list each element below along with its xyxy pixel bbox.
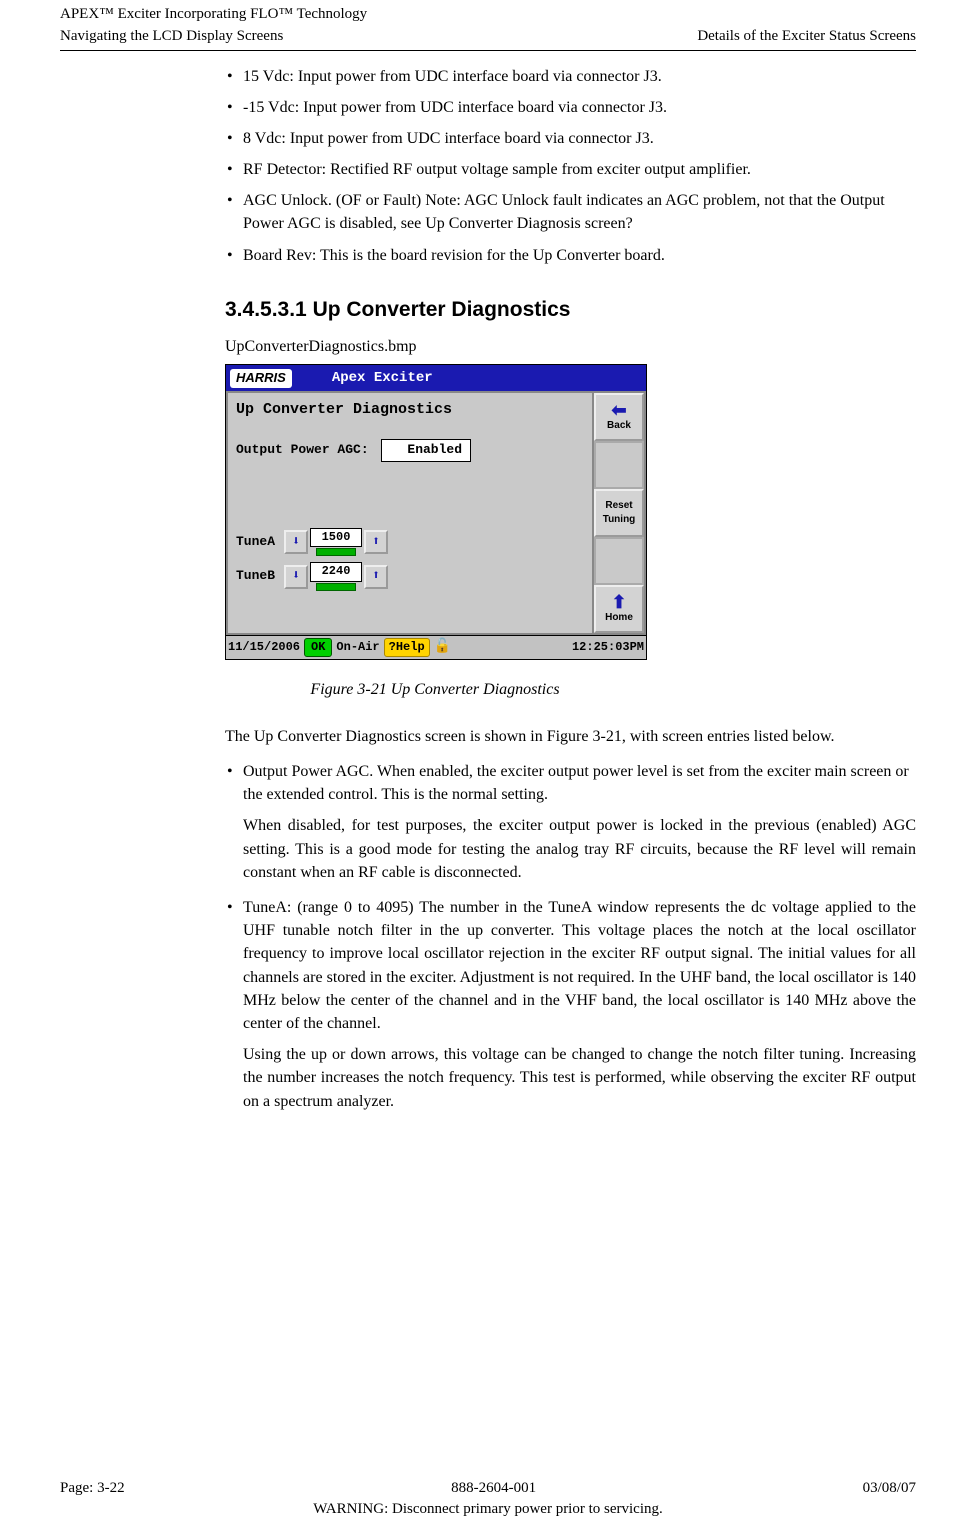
list-item: RF Detector: Rectified RF output voltage…: [225, 158, 916, 181]
home-button[interactable]: ⬆ Home: [594, 585, 644, 633]
status-onair: On-Air: [336, 639, 379, 656]
description-list-2: TuneA: (range 0 to 4095) The number in t…: [225, 896, 916, 1035]
reset-label-2: Tuning: [603, 513, 636, 528]
tunea-down-button[interactable]: ⬇: [284, 530, 308, 554]
help-button[interactable]: ?Help: [384, 638, 430, 657]
tunea-status-bar: [316, 548, 356, 556]
tuneb-label: TuneB: [236, 567, 284, 586]
lcd-title-text: Apex Exciter: [332, 368, 433, 388]
header-product-line1: APEX™ Exciter Incorporating FLO™ Technol…: [60, 4, 367, 26]
figure-caption: Figure 3-21 Up Converter Diagnostics: [225, 678, 645, 701]
back-label: Back: [607, 419, 631, 434]
back-button[interactable]: ⬅ Back: [594, 393, 644, 441]
header-right: Details of the Exciter Status Screens: [697, 26, 916, 48]
description-list: Output Power AGC. When enabled, the exci…: [225, 760, 916, 806]
section-heading: 3.4.5.3.1 Up Converter Diagnostics: [225, 295, 916, 325]
top-bullet-list: 15 Vdc: Input power from UDC interface b…: [225, 65, 916, 267]
footer-warning: WARNING: Disconnect primary power prior …: [60, 1499, 916, 1521]
arrow-left-icon: ⬅: [611, 401, 626, 419]
list-item: -15 Vdc: Input power from UDC interface …: [225, 96, 916, 119]
sidebar-empty-1: [594, 441, 644, 489]
reset-label-1: Reset: [605, 499, 632, 514]
tuneb-value-field[interactable]: 2240: [310, 562, 362, 581]
list-item: Output Power AGC. When enabled, the exci…: [225, 760, 916, 806]
header-rule: [60, 50, 916, 51]
footer-page: Page: 3-22: [60, 1478, 125, 1500]
lock-icon: 🔓: [434, 637, 451, 657]
page-header: APEX™ Exciter Incorporating FLO™ Technol…: [60, 0, 916, 48]
tunea-up-button[interactable]: ⬆: [364, 530, 388, 554]
header-product-line2: Navigating the LCD Display Screens: [60, 26, 367, 48]
agc-label: Output Power AGC:: [236, 441, 381, 460]
brand-logo: HARRIS: [230, 369, 292, 388]
page-footer: Page: 3-22 888-2604-001 03/08/07 WARNING…: [60, 1478, 916, 1522]
intro-paragraph: The Up Converter Diagnostics screen is s…: [225, 725, 916, 748]
list-item: AGC Unlock. (OF or Fault) Note: AGC Unlo…: [225, 189, 916, 235]
list-item: Board Rev: This is the board revision fo…: [225, 244, 916, 267]
figure-filename: UpConverterDiagnostics.bmp: [225, 335, 916, 358]
list-item: 8 Vdc: Input power from UDC interface bo…: [225, 127, 916, 150]
lcd-statusbar: 11/15/2006 OK On-Air ?Help 🔓 12:25:03PM: [226, 635, 646, 658]
reset-tuning-button[interactable]: Reset Tuning: [594, 489, 644, 537]
lcd-screenshot: HARRIS Apex Exciter Up Converter Diagnos…: [225, 364, 647, 659]
arrow-up-icon: ⬆: [372, 533, 380, 552]
arrow-up-icon: ⬆: [372, 567, 380, 586]
lcd-titlebar: HARRIS Apex Exciter: [226, 365, 646, 391]
tunea-label: TuneA: [236, 533, 284, 552]
agc-value-field[interactable]: Enabled: [381, 439, 471, 462]
list-item: TuneA: (range 0 to 4095) The number in t…: [225, 896, 916, 1035]
tuneb-status-bar: [316, 583, 356, 591]
footer-date: 03/08/07: [863, 1478, 916, 1500]
list-item: 15 Vdc: Input power from UDC interface b…: [225, 65, 916, 88]
arrow-down-icon: ⬇: [292, 567, 300, 586]
lcd-sidebar: ⬅ Back Reset Tuning ⬆ Home: [592, 391, 646, 635]
agc-disabled-paragraph: When disabled, for test purposes, the ex…: [225, 814, 916, 884]
arrow-down-icon: ⬇: [292, 533, 300, 552]
tuneb-up-button[interactable]: ⬆: [364, 565, 388, 589]
lcd-screen-title: Up Converter Diagnostics: [236, 399, 584, 421]
home-icon: ⬆: [611, 593, 626, 611]
tunea-value-field[interactable]: 1500: [310, 528, 362, 547]
footer-docnum: 888-2604-001: [451, 1478, 536, 1500]
sidebar-empty-2: [594, 537, 644, 585]
home-label: Home: [605, 611, 633, 626]
tunea-arrows-paragraph: Using the up or down arrows, this voltag…: [225, 1043, 916, 1113]
status-ok-badge[interactable]: OK: [304, 638, 332, 657]
tuneb-down-button[interactable]: ⬇: [284, 565, 308, 589]
status-date: 11/15/2006: [228, 639, 300, 656]
status-time: 12:25:03PM: [572, 639, 644, 656]
